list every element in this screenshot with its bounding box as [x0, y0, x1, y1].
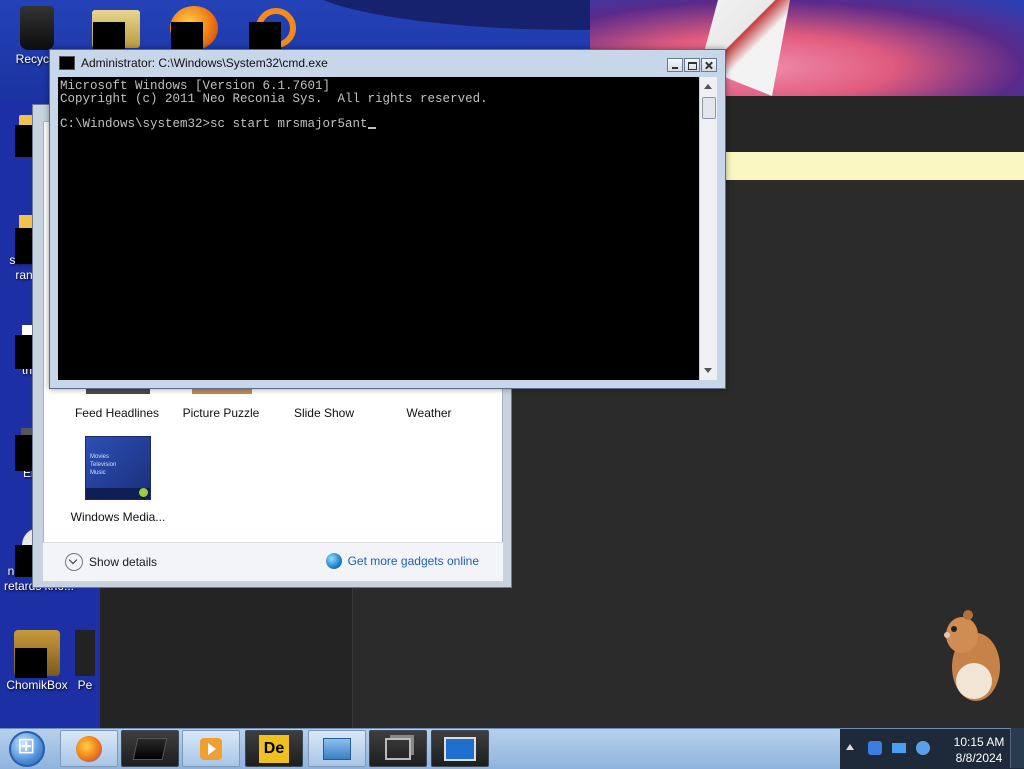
redaction-block [15, 648, 47, 678]
taskbar-clock[interactable]: 10:15 AM 8/8/2024 [944, 734, 1014, 766]
cmd-app-icon [59, 56, 75, 70]
chevron-down-icon [65, 553, 83, 571]
console-line-copyright: Copyright (c) 2011 Neo Reconia Sys. All … [60, 91, 488, 106]
maximize-button[interactable] [684, 58, 700, 72]
app-icon [75, 630, 95, 676]
show-details-button[interactable]: Show details [65, 553, 157, 571]
media-thumb-television: Television [90, 462, 117, 468]
background-window-panel [100, 580, 353, 728]
console-prompt-text: C:\Windows\system32>sc start mrsmajor5an… [60, 116, 368, 131]
scroll-thumb[interactable] [702, 97, 716, 119]
network-icon [323, 737, 351, 760]
text-cursor [367, 126, 376, 129]
gadget-gallery-footer: Show details Get more gadgets online [43, 542, 503, 581]
media-thumb-movies: Movies [90, 454, 110, 460]
taskbar-button-monitor[interactable] [431, 730, 489, 767]
show-details-label: Show details [89, 555, 158, 569]
gadget-label-windows-media[interactable]: Windows Media... [68, 510, 168, 524]
network-tray-icon[interactable] [892, 743, 906, 753]
taskbar-button-network[interactable] [308, 730, 366, 767]
scroll-up-arrow-icon[interactable] [704, 84, 712, 89]
show-desktop-button[interactable] [1010, 728, 1024, 768]
taskbar: De 10:15 AM 8/8/2024 [0, 728, 1024, 769]
redaction-block [93, 22, 125, 50]
show-hidden-icons-icon[interactable] [846, 744, 854, 750]
background-window-yellow-bar [712, 152, 1024, 180]
windows-logo-icon [9, 731, 45, 767]
cmd-console[interactable]: Microsoft Windows [Version 6.1.7601] Copy… [58, 77, 699, 380]
media-thumb-music: Music [90, 470, 106, 476]
firefox-icon [76, 735, 102, 762]
volume-icon[interactable] [916, 741, 930, 755]
windows-media-thumbnail[interactable]: Movies Television Music [85, 436, 151, 500]
cmd-title-text: Administrator: C:\Windows\System32\cmd.e… [81, 56, 328, 70]
start-button[interactable] [4, 729, 50, 769]
cmd-scrollbar[interactable] [699, 77, 717, 380]
console-prompt-line: C:\Windows\system32>sc start mrsmajor5an… [60, 116, 697, 131]
redaction-block [249, 22, 281, 50]
taskbar-button-device[interactable] [121, 730, 179, 767]
close-button[interactable] [701, 58, 717, 72]
window-controls [667, 58, 717, 72]
globe-icon [325, 553, 342, 569]
taskbar-button-firefox[interactable] [60, 730, 118, 767]
cmd-window[interactable]: Administrator: C:\Windows\System32\cmd.e… [49, 49, 726, 389]
device-icon [132, 737, 168, 760]
get-more-gadgets-label: Get more gadgets online [347, 554, 479, 568]
media-center-badge-icon [139, 488, 148, 497]
windows-switch-icon [385, 737, 411, 760]
get-more-gadgets-link[interactable]: Get more gadgets online [325, 553, 479, 569]
system-tray: 10:15 AM 8/8/2024 [840, 729, 1024, 769]
taskbar-button-de-app[interactable]: De [245, 730, 303, 767]
taskbar-button-switch-windows[interactable] [369, 730, 427, 767]
gadget-label-feed-headlines[interactable]: Feed Headlines [67, 406, 167, 420]
bluetooth-icon[interactable] [868, 741, 882, 755]
desktop-icon-pe[interactable]: Pe [70, 630, 100, 693]
de-app-icon: De [259, 734, 289, 763]
gadget-label-weather[interactable]: Weather [379, 406, 479, 420]
hamster-image [944, 610, 1000, 701]
gadget-label-picture-puzzle[interactable]: Picture Puzzle [171, 406, 271, 420]
clock-time: 10:15 AM [953, 735, 1005, 749]
cmd-title-bar[interactable]: Administrator: C:\Windows\System32\cmd.e… [50, 50, 725, 76]
taskbar-button-media-player[interactable] [182, 730, 240, 767]
monitor-icon [444, 736, 476, 761]
scroll-down-arrow-icon[interactable] [704, 368, 712, 373]
gadget-label-slide-show[interactable]: Slide Show [274, 406, 374, 420]
minimize-button[interactable] [667, 58, 683, 72]
media-player-icon [200, 737, 222, 760]
clock-date: 8/8/2024 [955, 751, 1003, 765]
recycle-bin-icon [20, 6, 54, 50]
redaction-block [171, 22, 203, 50]
console-line-version: Microsoft Windows [Version 6.1.7601] [60, 79, 331, 93]
